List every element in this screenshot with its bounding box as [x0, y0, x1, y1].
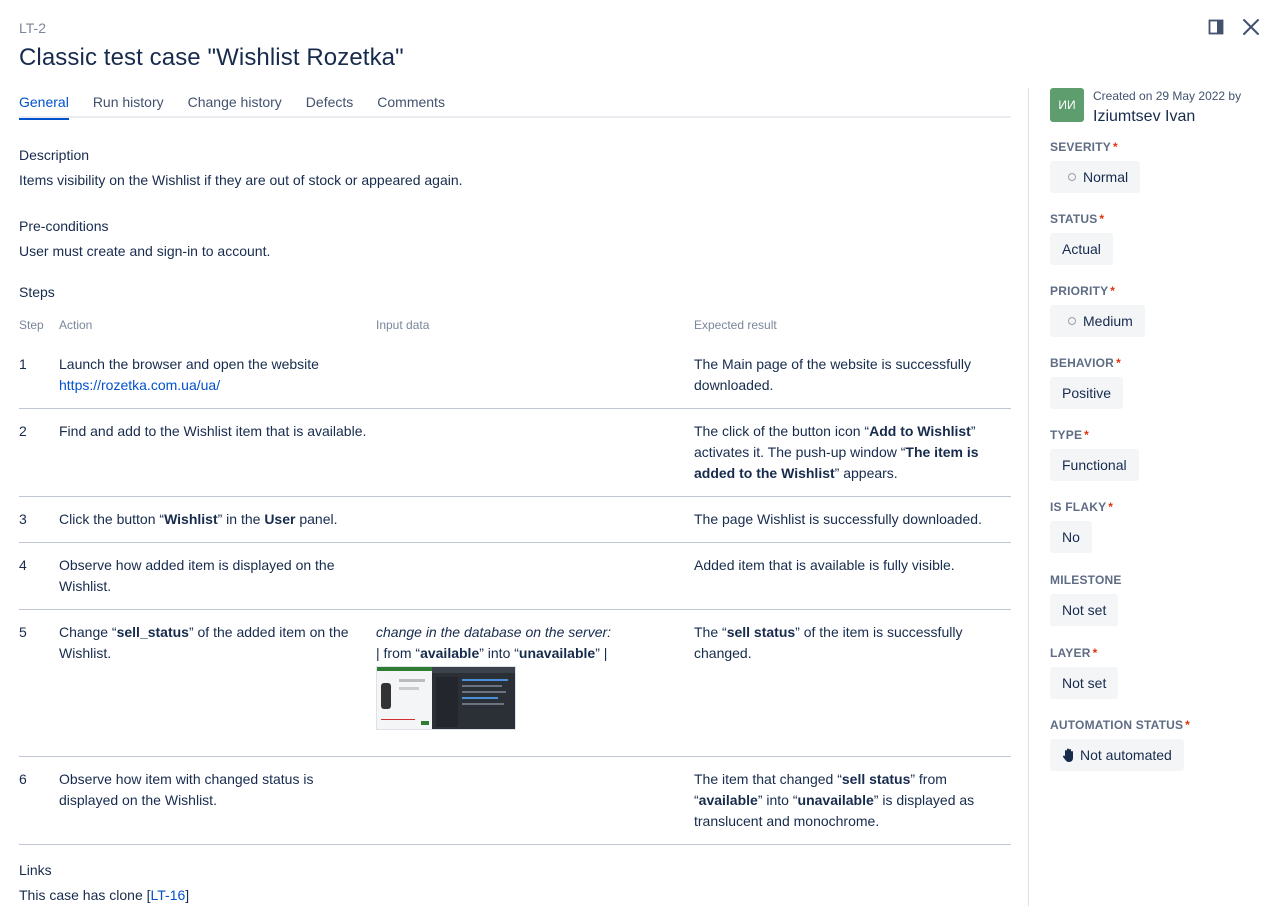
tab-bar: General Run history Change history Defec…	[19, 88, 1011, 120]
tab-comments[interactable]: Comments	[377, 88, 445, 118]
created-on-text: Created on 29 May 2022 by	[1093, 89, 1242, 103]
hand-icon	[1062, 747, 1076, 763]
attachment-thumbnail[interactable]	[376, 666, 516, 730]
step-number: 5	[19, 624, 27, 640]
step-action: Launch the browser and open the website …	[59, 354, 369, 396]
step-number: 3	[19, 511, 27, 527]
type-select[interactable]: Functional	[1050, 449, 1139, 481]
step-row: 2 Find and add to the Wishlist item that…	[19, 409, 1011, 497]
step-action: Click the button “Wishlist” in the User …	[59, 511, 338, 527]
step-action: Observe how added item is displayed on t…	[59, 557, 335, 594]
step-expected: The click of the button icon “Add to Wis…	[694, 423, 979, 481]
website-link[interactable]: https://rozetka.com.ua/ua/	[59, 377, 220, 393]
step-action: Find and add to the Wishlist item that i…	[59, 423, 367, 439]
severity-select[interactable]: Normal	[1050, 161, 1141, 193]
close-button[interactable]	[1240, 16, 1262, 38]
sidebar-panel-icon	[1208, 19, 1224, 35]
header-action: Action	[59, 318, 93, 332]
created-by-name[interactable]: Iziumtsev Ivan	[1093, 108, 1195, 126]
step-action: Observe how item with changed status is …	[59, 771, 314, 808]
thumbnail-database-preview	[432, 667, 515, 729]
step-number: 6	[19, 771, 27, 787]
field-behavior: BEHAVIOR * Positive	[1050, 356, 1124, 409]
field-milestone: MILESTONE Not set	[1050, 573, 1122, 626]
field-priority: PRIORITY * Medium	[1050, 284, 1145, 337]
description-label: Description	[19, 147, 90, 163]
step-number: 4	[19, 557, 27, 573]
step-action: Change “sell_status” of the added item o…	[59, 624, 349, 661]
toggle-panel-button[interactable]	[1205, 16, 1227, 38]
step-expected: The Main page of the website is successf…	[694, 356, 972, 393]
step-number: 1	[19, 356, 27, 372]
layer-select[interactable]: Not set	[1050, 667, 1119, 699]
tab-defects[interactable]: Defects	[306, 88, 353, 118]
steps-label: Steps	[19, 284, 55, 300]
avatar: ИИ	[1050, 88, 1084, 122]
circle-dot-icon	[1068, 317, 1076, 325]
priority-select[interactable]: Medium	[1050, 305, 1145, 337]
steps-table: Step Action Input data Expected result 1…	[19, 316, 1011, 845]
step-row: 1 Launch the browser and open the websit…	[19, 342, 1011, 409]
preconditions-text: User must create and sign-in to account.	[19, 243, 271, 259]
header-expected: Expected result	[694, 318, 777, 332]
preconditions-label: Pre-conditions	[19, 218, 109, 234]
circle-dot-icon	[1068, 173, 1076, 181]
page-title: Classic test case "Wishlist Rozetka"	[19, 44, 404, 71]
step-action-text: Launch the browser and open the website	[59, 356, 319, 372]
tab-change-history[interactable]: Change history	[188, 88, 282, 118]
links-text: This case has clone [LT-16]	[19, 887, 190, 903]
header-step: Step	[19, 318, 44, 332]
automation-status-select[interactable]: Not automated	[1050, 739, 1184, 771]
step-expected: The item that changed “sell status” from…	[694, 771, 975, 829]
step-expected: Added item that is available is fully vi…	[694, 557, 955, 573]
step-row: 6 Observe how item with changed status i…	[19, 757, 1011, 845]
field-automation-status: AUTOMATION STATUS * Not automated	[1050, 718, 1190, 771]
close-icon	[1243, 19, 1259, 35]
header-input: Input data	[376, 318, 430, 332]
tab-run-history[interactable]: Run history	[93, 88, 164, 118]
field-layer: LAYER * Not set	[1050, 646, 1119, 699]
clone-link[interactable]: LT-16	[151, 887, 186, 903]
field-severity: SEVERITY * Normal	[1050, 140, 1141, 193]
is-flaky-select[interactable]: No	[1050, 521, 1092, 553]
tab-general[interactable]: General	[19, 88, 69, 120]
case-key: LT-2	[19, 20, 46, 36]
description-text: Items visibility on the Wishlist if they…	[19, 172, 463, 188]
step-row: 4 Observe how added item is displayed on…	[19, 543, 1011, 610]
step-expected: The “sell status” of the item is success…	[694, 624, 963, 661]
step-number: 2	[19, 423, 27, 439]
input-note: change in the database on the server:	[376, 624, 612, 640]
panel-divider	[1028, 88, 1029, 906]
field-type: TYPE * Functional	[1050, 428, 1139, 481]
step-row: 3 Click the button “Wishlist” in the Use…	[19, 497, 1011, 543]
step-input: change in the database on the server: | …	[376, 622, 686, 730]
links-label: Links	[19, 862, 52, 878]
steps-header-row: Step Action Input data Expected result	[19, 316, 1011, 342]
milestone-select[interactable]: Not set	[1050, 594, 1119, 626]
step-row: 5 Change “sell_status” of the added item…	[19, 610, 1011, 757]
status-select[interactable]: Actual	[1050, 233, 1113, 265]
thumbnail-webpage-preview	[377, 667, 432, 729]
field-is-flaky: IS FLAKY * No	[1050, 500, 1113, 553]
field-status: STATUS * Actual	[1050, 212, 1113, 265]
behavior-select[interactable]: Positive	[1050, 377, 1124, 409]
step-expected: The page Wishlist is successfully downlo…	[694, 511, 982, 527]
